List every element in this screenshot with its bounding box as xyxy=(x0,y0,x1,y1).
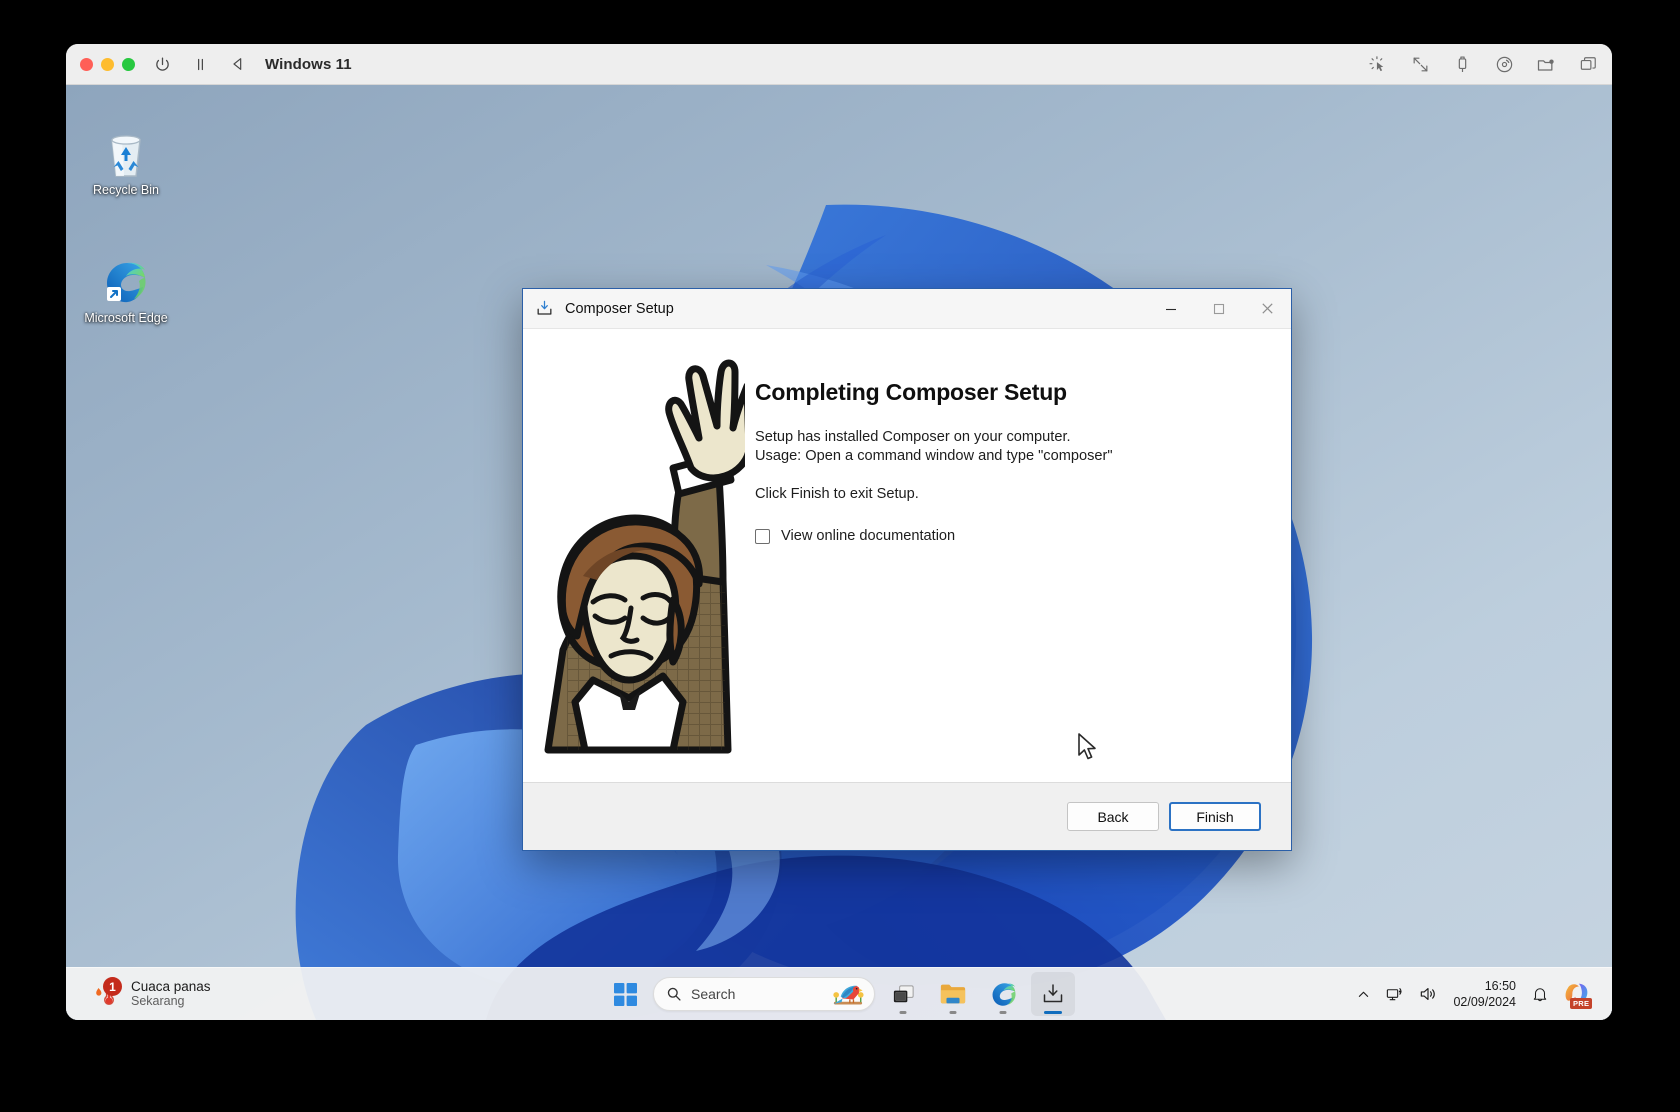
start-button[interactable] xyxy=(603,972,647,1016)
dialog-line-3: Click Finish to exit Setup. xyxy=(755,486,919,502)
windows-desktop: Recycle Bin Microsoft Edge Composer Setu… xyxy=(66,85,1612,1020)
usb-icon[interactable] xyxy=(1452,55,1472,75)
dialog-body: Completing Composer Setup Setup has inst… xyxy=(523,329,1291,782)
vm-toolbar xyxy=(1368,44,1598,85)
taskbar-app-file-explorer[interactable] xyxy=(931,972,975,1016)
search-placeholder: Search xyxy=(691,986,736,1002)
composer-mascot-illustration xyxy=(523,329,745,782)
app-running-indicator xyxy=(999,1011,1007,1014)
desktop-icon-label: Recycle Bin xyxy=(93,183,159,197)
maximize-button[interactable] xyxy=(1195,289,1243,329)
search-icon xyxy=(666,986,682,1002)
microsoft-edge-icon xyxy=(78,255,174,307)
minimize-window-button[interactable] xyxy=(101,57,114,71)
dialog-title-text: Composer Setup xyxy=(565,300,674,317)
pointer-click-icon[interactable] xyxy=(1368,55,1388,75)
desktop-icon-microsoft-edge[interactable]: Microsoft Edge xyxy=(78,255,174,326)
chevron-up-icon[interactable] xyxy=(1349,971,1378,1017)
taskbar-app-microsoft-edge[interactable] xyxy=(981,972,1025,1016)
bell-icon[interactable] xyxy=(1524,971,1556,1017)
taskbar-app-task-view[interactable] xyxy=(881,972,925,1016)
shared-folder-icon[interactable] xyxy=(1536,55,1556,75)
close-window-button[interactable] xyxy=(80,57,93,71)
close-button[interactable] xyxy=(1243,289,1291,329)
disc-icon[interactable] xyxy=(1494,55,1514,75)
dialog-line-1: Setup has installed Composer on your com… xyxy=(755,429,1071,445)
virtual-machine-window: Windows 11 Recycle Bin Microsoft Edge Co… xyxy=(66,44,1612,1020)
taskbar-center-group: Search xyxy=(603,972,1075,1016)
dialog-content: Completing Composer Setup Setup has inst… xyxy=(745,329,1291,782)
recycle-bin-icon xyxy=(78,127,174,179)
view-documentation-checkbox[interactable] xyxy=(755,528,770,544)
composer-setup-dialog: Composer Setup Completing Composer Setup… xyxy=(522,288,1292,851)
app-running-indicator xyxy=(949,1011,957,1014)
dialog-line-2: Usage: Open a command window and type "c… xyxy=(755,448,1113,464)
dialog-window-buttons xyxy=(1147,289,1291,329)
windows-taskbar: 1 Cuaca panas Sekarang Search 16:50 02/0… xyxy=(66,967,1612,1020)
dialog-titlebar[interactable]: Composer Setup xyxy=(523,289,1291,329)
copilot-pre-badge: PRE xyxy=(1570,998,1593,1009)
taskbar-weather-widget[interactable]: 1 Cuaca panas Sekarang xyxy=(84,971,219,1017)
desktop-icon-recycle-bin[interactable]: Recycle Bin xyxy=(78,127,174,198)
weather-text: Cuaca panas Sekarang xyxy=(131,979,211,1009)
resize-diagonal-icon[interactable] xyxy=(1410,55,1430,75)
thermometer-icon: 1 xyxy=(92,977,122,1009)
taskbar-clock[interactable]: 16:50 02/09/2024 xyxy=(1445,978,1524,1010)
taskbar-app-composer-setup[interactable] xyxy=(1031,972,1075,1016)
weather-title: Cuaca panas xyxy=(131,979,211,994)
vm-window-title: Windows 11 xyxy=(265,55,352,73)
dialog-footer: Back Finish xyxy=(523,782,1291,850)
installer-download-icon xyxy=(535,299,555,319)
weather-subtitle: Sekarang xyxy=(131,994,185,1008)
maximize-window-button[interactable] xyxy=(122,57,135,71)
view-documentation-checkbox-row[interactable]: View online documentation xyxy=(755,528,1261,544)
desktop-icon-label: Microsoft Edge xyxy=(84,311,168,325)
windows-stack-icon[interactable] xyxy=(1578,55,1598,75)
taskbar-system-tray: 16:50 02/09/2024 PRE xyxy=(1349,971,1598,1017)
clock-time: 16:50 xyxy=(1484,979,1516,993)
parrot-illustration xyxy=(828,981,868,1007)
vm-titlebar: Windows 11 xyxy=(66,44,1612,85)
view-documentation-label: View online documentation xyxy=(781,528,956,544)
power-icon[interactable] xyxy=(151,53,173,75)
window-traffic-lights xyxy=(80,57,135,71)
pause-icon[interactable] xyxy=(189,53,211,75)
volume-icon[interactable] xyxy=(1411,971,1445,1017)
play-back-icon[interactable] xyxy=(227,53,249,75)
clock-date: 02/09/2024 xyxy=(1453,995,1516,1009)
copilot-icon[interactable]: PRE xyxy=(1556,971,1598,1017)
finish-button[interactable]: Finish xyxy=(1169,802,1261,831)
back-button[interactable]: Back xyxy=(1067,802,1159,831)
dialog-heading: Completing Composer Setup xyxy=(755,379,1067,405)
weather-badge-count: 1 xyxy=(103,977,122,996)
taskbar-search-box[interactable]: Search xyxy=(653,977,875,1011)
network-icon[interactable] xyxy=(1378,971,1411,1017)
app-active-indicator xyxy=(1044,1011,1062,1014)
app-running-indicator xyxy=(899,1011,907,1014)
minimize-button[interactable] xyxy=(1147,289,1195,329)
